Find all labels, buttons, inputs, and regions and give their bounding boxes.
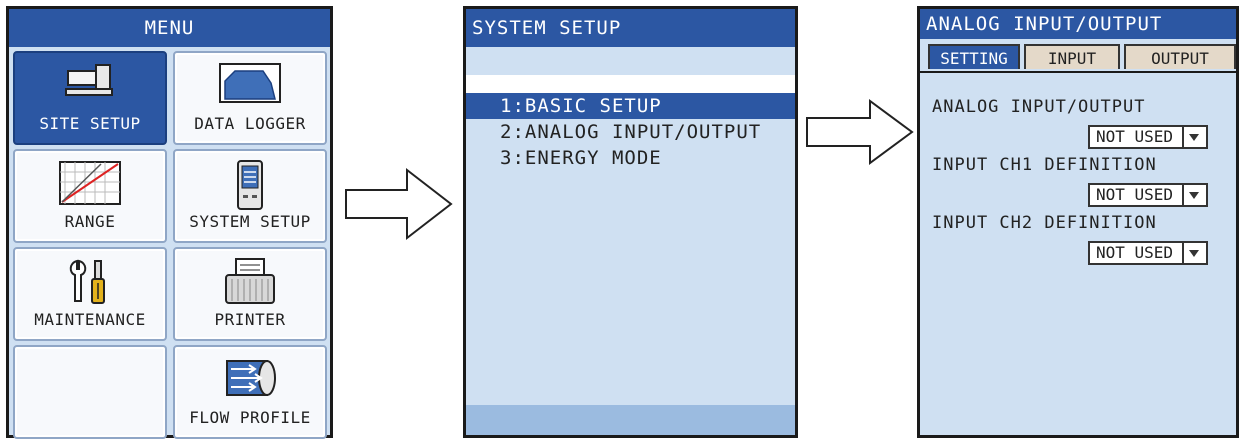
tile-label: DATA LOGGER — [194, 114, 306, 133]
tile-site-setup[interactable]: SITE SETUP — [13, 51, 167, 145]
tab-input[interactable]: INPUT — [1024, 44, 1120, 69]
tile-label: RANGE — [64, 212, 116, 231]
tile-range[interactable]: RANGE — [13, 149, 167, 243]
arrow-right-icon — [345, 167, 453, 241]
tile-maintenance[interactable]: MAINTENANCE — [13, 247, 167, 341]
chevron-down-icon[interactable] — [1182, 127, 1206, 147]
footer-bar — [466, 405, 795, 435]
menu-item-energy-mode[interactable]: 3:ENERGY MODE — [466, 145, 795, 171]
range-icon — [57, 159, 123, 211]
maintenance-icon — [65, 257, 115, 311]
data-logger-icon — [217, 61, 283, 109]
tab-setting[interactable]: SETTING — [928, 44, 1020, 69]
field-label-input-ch2: INPUT CH2 DEFINITION — [932, 213, 1157, 233]
tile-printer[interactable]: PRINTER — [173, 247, 327, 341]
menu-item-basic-setup[interactable]: 1:BASIC SETUP — [466, 93, 795, 119]
analog-io-screen: ANALOG INPUT/OUTPUT SETTING INPUT OUTPUT… — [917, 6, 1239, 438]
menu-item-analog-io[interactable]: 2:ANALOG INPUT/OUTPUT — [466, 119, 795, 145]
tile-label: FLOW PROFILE — [189, 408, 311, 427]
header-strip — [466, 75, 795, 93]
tile-empty — [13, 345, 167, 439]
tile-label: SYSTEM SETUP — [189, 212, 311, 231]
select-value: NOT USED — [1096, 185, 1174, 204]
flow-profile-icon — [219, 355, 281, 405]
system-setup-title: SYSTEM SETUP — [466, 9, 795, 47]
analog-title: ANALOG INPUT/OUTPUT — [920, 9, 1236, 39]
tile-label: MAINTENANCE — [34, 310, 146, 329]
system-setup-icon — [230, 159, 270, 215]
arrow-right-icon — [806, 99, 914, 165]
analog-io-select[interactable]: NOT USED — [1088, 125, 1208, 149]
tab-output[interactable]: OUTPUT — [1124, 44, 1236, 69]
input-ch2-select[interactable]: NOT USED — [1088, 241, 1208, 265]
tile-flow-profile[interactable]: FLOW PROFILE — [173, 345, 327, 439]
site-setup-icon — [60, 61, 120, 105]
select-value: NOT USED — [1096, 243, 1174, 262]
input-ch1-select[interactable]: NOT USED — [1088, 183, 1208, 207]
tile-data-logger[interactable]: DATA LOGGER — [173, 51, 327, 145]
chevron-down-icon[interactable] — [1182, 185, 1206, 205]
tile-system-setup[interactable]: SYSTEM SETUP — [173, 149, 327, 243]
chevron-down-icon[interactable] — [1182, 243, 1206, 263]
select-value: NOT USED — [1096, 127, 1174, 146]
menu-screen: MENU SITE SETUP DATA LOGGER RANGE SYSTEM… — [6, 6, 333, 439]
system-setup-screen: SYSTEM SETUP 1:BASIC SETUP 2:ANALOG INPU… — [463, 6, 798, 438]
field-label-analog-io: ANALOG INPUT/OUTPUT — [932, 97, 1146, 117]
field-label-input-ch1: INPUT CH1 DEFINITION — [932, 155, 1157, 175]
menu-title: MENU — [9, 9, 330, 47]
tab-bar: SETTING INPUT OUTPUT — [920, 39, 1236, 73]
printer-icon — [222, 257, 278, 311]
tile-label: PRINTER — [214, 310, 286, 329]
tile-label: SITE SETUP — [39, 114, 141, 133]
